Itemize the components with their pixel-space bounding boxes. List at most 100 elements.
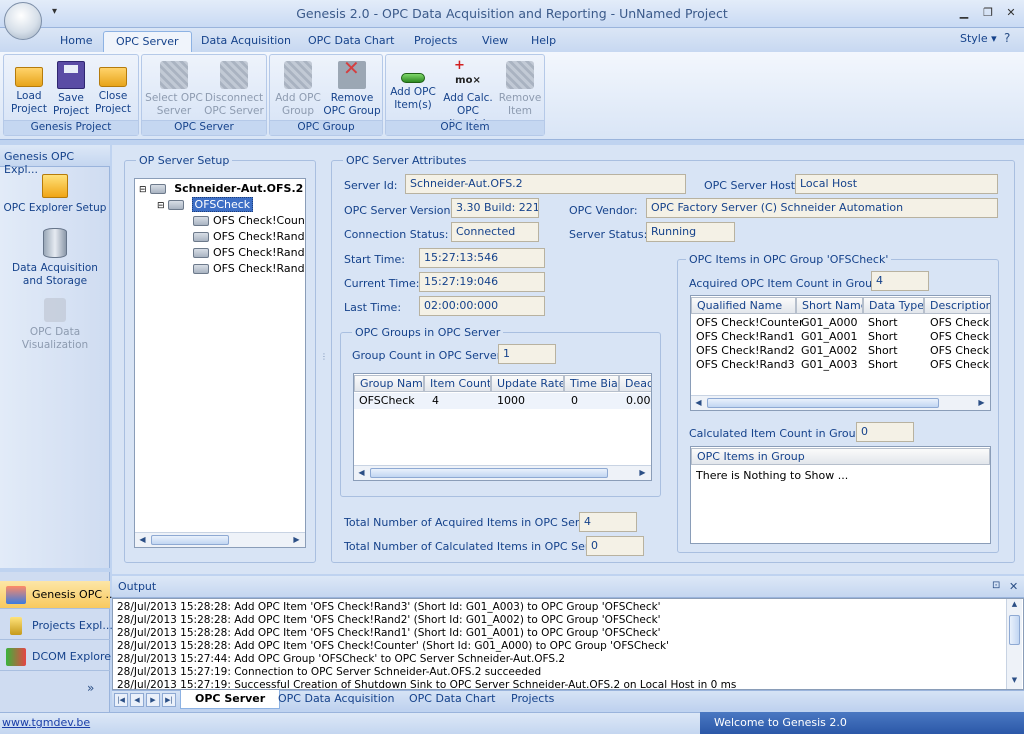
items-table[interactable]: Qualified Name Short Name Data Type Desc… bbox=[690, 295, 991, 411]
cell-qualified-name: OFS Check!Rand2 bbox=[696, 344, 795, 357]
col-update-rate[interactable]: Update Rate bbox=[491, 375, 564, 392]
tab-help[interactable]: Help bbox=[519, 31, 568, 52]
ribbon-group-opc-group: Add OPC Group Remove OPC Group OPC Group bbox=[269, 54, 383, 136]
nav-opc-data-visualization[interactable]: OPC Data Visualization bbox=[0, 298, 110, 352]
disconnect-opc-server-button[interactable]: Disconnect OPC Server bbox=[204, 59, 264, 118]
tree-group-node[interactable]: ⊟ OFSCheck bbox=[157, 197, 254, 212]
scroll-right-icon[interactable]: ▶ bbox=[636, 467, 649, 479]
total-acquired-field: 4 bbox=[579, 512, 637, 532]
maximize-icon[interactable]: ❐ bbox=[979, 6, 997, 20]
scroll-left-icon[interactable]: ◀ bbox=[355, 467, 368, 479]
collapse-icon[interactable]: ⊟ bbox=[157, 201, 165, 211]
col-short-name[interactable]: Short Name bbox=[796, 297, 863, 314]
scroll-right-icon[interactable]: ▶ bbox=[975, 397, 988, 409]
style-menu[interactable]: Style ▾ bbox=[960, 32, 997, 45]
scroll-thumb[interactable] bbox=[370, 468, 608, 478]
doc-tab-opc-data-acquisition[interactable]: OPC Data Acquisition bbox=[264, 690, 408, 709]
scroll-left-icon[interactable]: ◀ bbox=[692, 397, 705, 409]
col-description[interactable]: Description bbox=[924, 297, 990, 314]
col-time-bias[interactable]: Time Bias bbox=[564, 375, 619, 392]
select-opc-server-button[interactable]: Select OPC Server bbox=[144, 59, 204, 118]
last-tab-icon[interactable]: ▶| bbox=[162, 693, 176, 707]
doc-tab-opc-data-chart[interactable]: OPC Data Chart bbox=[395, 690, 509, 709]
pin-icon[interactable]: ⊡ bbox=[992, 580, 1000, 591]
status-welcome: Welcome to Genesis 2.0 bbox=[700, 712, 1024, 734]
add-opc-items-button[interactable]: Add OPC Item(s) bbox=[388, 59, 438, 112]
scroll-right-icon[interactable]: ▶ bbox=[290, 534, 303, 546]
cell-data-type: Short bbox=[868, 358, 898, 371]
groups-hscrollbar[interactable]: ◀ ▶ bbox=[354, 465, 651, 480]
table-row[interactable]: OFS Check!Counter G01_A000 Short OFS Che… bbox=[691, 316, 990, 330]
next-tab-icon[interactable]: ▶ bbox=[146, 693, 160, 707]
website-link[interactable]: www.tgmdev.be bbox=[2, 716, 90, 729]
group-items-list[interactable]: OPC Items in Group There is Nothing to S… bbox=[690, 446, 991, 544]
output-vscrollbar[interactable]: ▲ ▼ bbox=[1006, 599, 1022, 689]
button-label: Add OPC bbox=[275, 92, 321, 104]
server-tree[interactable]: ⊟ Schneider-Aut.OFS.2 ⊟ OFSCheck OFS Che… bbox=[134, 178, 306, 548]
window-title: Genesis 2.0 - OPC Data Acquisition and R… bbox=[296, 6, 728, 21]
save-disk-icon bbox=[57, 61, 85, 89]
col-data-type[interactable]: Data Type bbox=[863, 297, 924, 314]
col-item-count[interactable]: Item Count bbox=[424, 375, 491, 392]
button-label: Remove bbox=[498, 92, 542, 104]
collapse-icon[interactable]: ⊟ bbox=[139, 185, 147, 195]
output-title: Output bbox=[118, 580, 157, 593]
groups-table[interactable]: Group Name Item Count Update Rate Time B… bbox=[353, 373, 652, 481]
scroll-thumb[interactable] bbox=[1009, 615, 1020, 645]
close-icon[interactable]: ✕ bbox=[1002, 6, 1020, 20]
table-row[interactable]: OFS Check!Rand1 G01_A001 Short OFS Check… bbox=[691, 330, 990, 344]
nav-genesis-opc[interactable]: Genesis OPC ... bbox=[0, 581, 116, 609]
scroll-left-icon[interactable]: ◀ bbox=[136, 534, 149, 546]
scroll-thumb[interactable] bbox=[151, 535, 229, 545]
tree-item-label: OFS Check!Counte bbox=[213, 214, 306, 227]
load-project-button[interactable]: Load Project bbox=[6, 59, 52, 116]
col-group-name[interactable]: Group Name bbox=[354, 375, 424, 392]
table-row[interactable]: OFS Check!Rand2 G01_A002 Short OFS Check… bbox=[691, 344, 990, 358]
splitter-handle[interactable]: ⋮ bbox=[320, 352, 328, 361]
close-project-button[interactable]: Close Project bbox=[90, 59, 136, 116]
col-dead[interactable]: Dead bbox=[619, 375, 651, 392]
tab-home[interactable]: Home bbox=[48, 31, 104, 52]
tree-item-label: OFS Check!Rand3 ( bbox=[213, 262, 306, 275]
item-node-icon bbox=[193, 232, 209, 242]
tree-item-node[interactable]: OFS Check!Counte bbox=[193, 214, 306, 227]
ribbon-group-label: OPC Server bbox=[142, 120, 266, 135]
col-qualified-name[interactable]: Qualified Name bbox=[691, 297, 796, 314]
output-log[interactable]: 28/Jul/2013 15:28:28: Add OPC Item 'OFS … bbox=[112, 598, 1024, 690]
table-row[interactable]: OFSCheck 4 1000 0 0.00 bbox=[354, 393, 651, 409]
group-items-list-header[interactable]: OPC Items in Group bbox=[691, 448, 990, 465]
tree-hscrollbar[interactable]: ◀ ▶ bbox=[135, 532, 305, 547]
nav-data-acquisition-storage[interactable]: Data Acquisition and Storage bbox=[0, 228, 110, 288]
save-project-button[interactable]: Save Project bbox=[48, 59, 94, 118]
remove-opc-group-button[interactable]: Remove OPC Group bbox=[322, 59, 382, 118]
tab-projects[interactable]: Projects bbox=[402, 31, 469, 52]
doc-tab-projects[interactable]: Projects bbox=[497, 690, 568, 709]
help-icon[interactable]: ? bbox=[1004, 31, 1010, 45]
table-row[interactable]: OFS Check!Rand3 G01_A003 Short OFS Check… bbox=[691, 358, 990, 372]
nav-dcom-explorer[interactable]: DCOM Explorer bbox=[0, 643, 116, 671]
output-close-icon[interactable]: ✕ bbox=[1009, 580, 1018, 593]
first-tab-icon[interactable]: |◀ bbox=[114, 693, 128, 707]
tree-root-node[interactable]: ⊟ Schneider-Aut.OFS.2 bbox=[139, 182, 303, 195]
tree-item-node[interactable]: OFS Check!Rand3 ( bbox=[193, 262, 306, 275]
scroll-thumb[interactable] bbox=[707, 398, 939, 408]
tree-item-node[interactable]: OFS Check!Rand2 ( bbox=[193, 246, 305, 259]
remove-item-button[interactable]: Remove Item bbox=[496, 59, 544, 118]
scroll-down-icon[interactable]: ▼ bbox=[1009, 676, 1020, 684]
add-opc-group-button[interactable]: Add OPC Group bbox=[272, 59, 324, 118]
nav-opc-explorer-setup[interactable]: OPC Explorer Setup bbox=[0, 174, 110, 215]
tab-data-acquisition[interactable]: Data Acquisition bbox=[189, 31, 303, 52]
tab-opc-data-chart[interactable]: OPC Data Chart bbox=[296, 31, 406, 52]
more-nav-icon[interactable]: » bbox=[87, 681, 94, 695]
items-hscrollbar[interactable]: ◀ ▶ bbox=[691, 395, 990, 410]
tree-item-node[interactable]: OFS Check!Rand1 ( bbox=[193, 230, 305, 243]
button-label: Group bbox=[282, 105, 314, 117]
minimize-icon[interactable]: ▁ bbox=[955, 6, 973, 20]
prev-tab-icon[interactable]: ◀ bbox=[130, 693, 144, 707]
tab-view[interactable]: View bbox=[470, 31, 520, 52]
tab-opc-server[interactable]: OPC Server bbox=[103, 31, 192, 52]
cell-update-rate: 1000 bbox=[497, 394, 525, 407]
nav-projects-explorer[interactable]: Projects Expl... bbox=[0, 612, 113, 640]
scroll-up-icon[interactable]: ▲ bbox=[1009, 600, 1020, 608]
application-menu-button[interactable] bbox=[4, 2, 42, 40]
